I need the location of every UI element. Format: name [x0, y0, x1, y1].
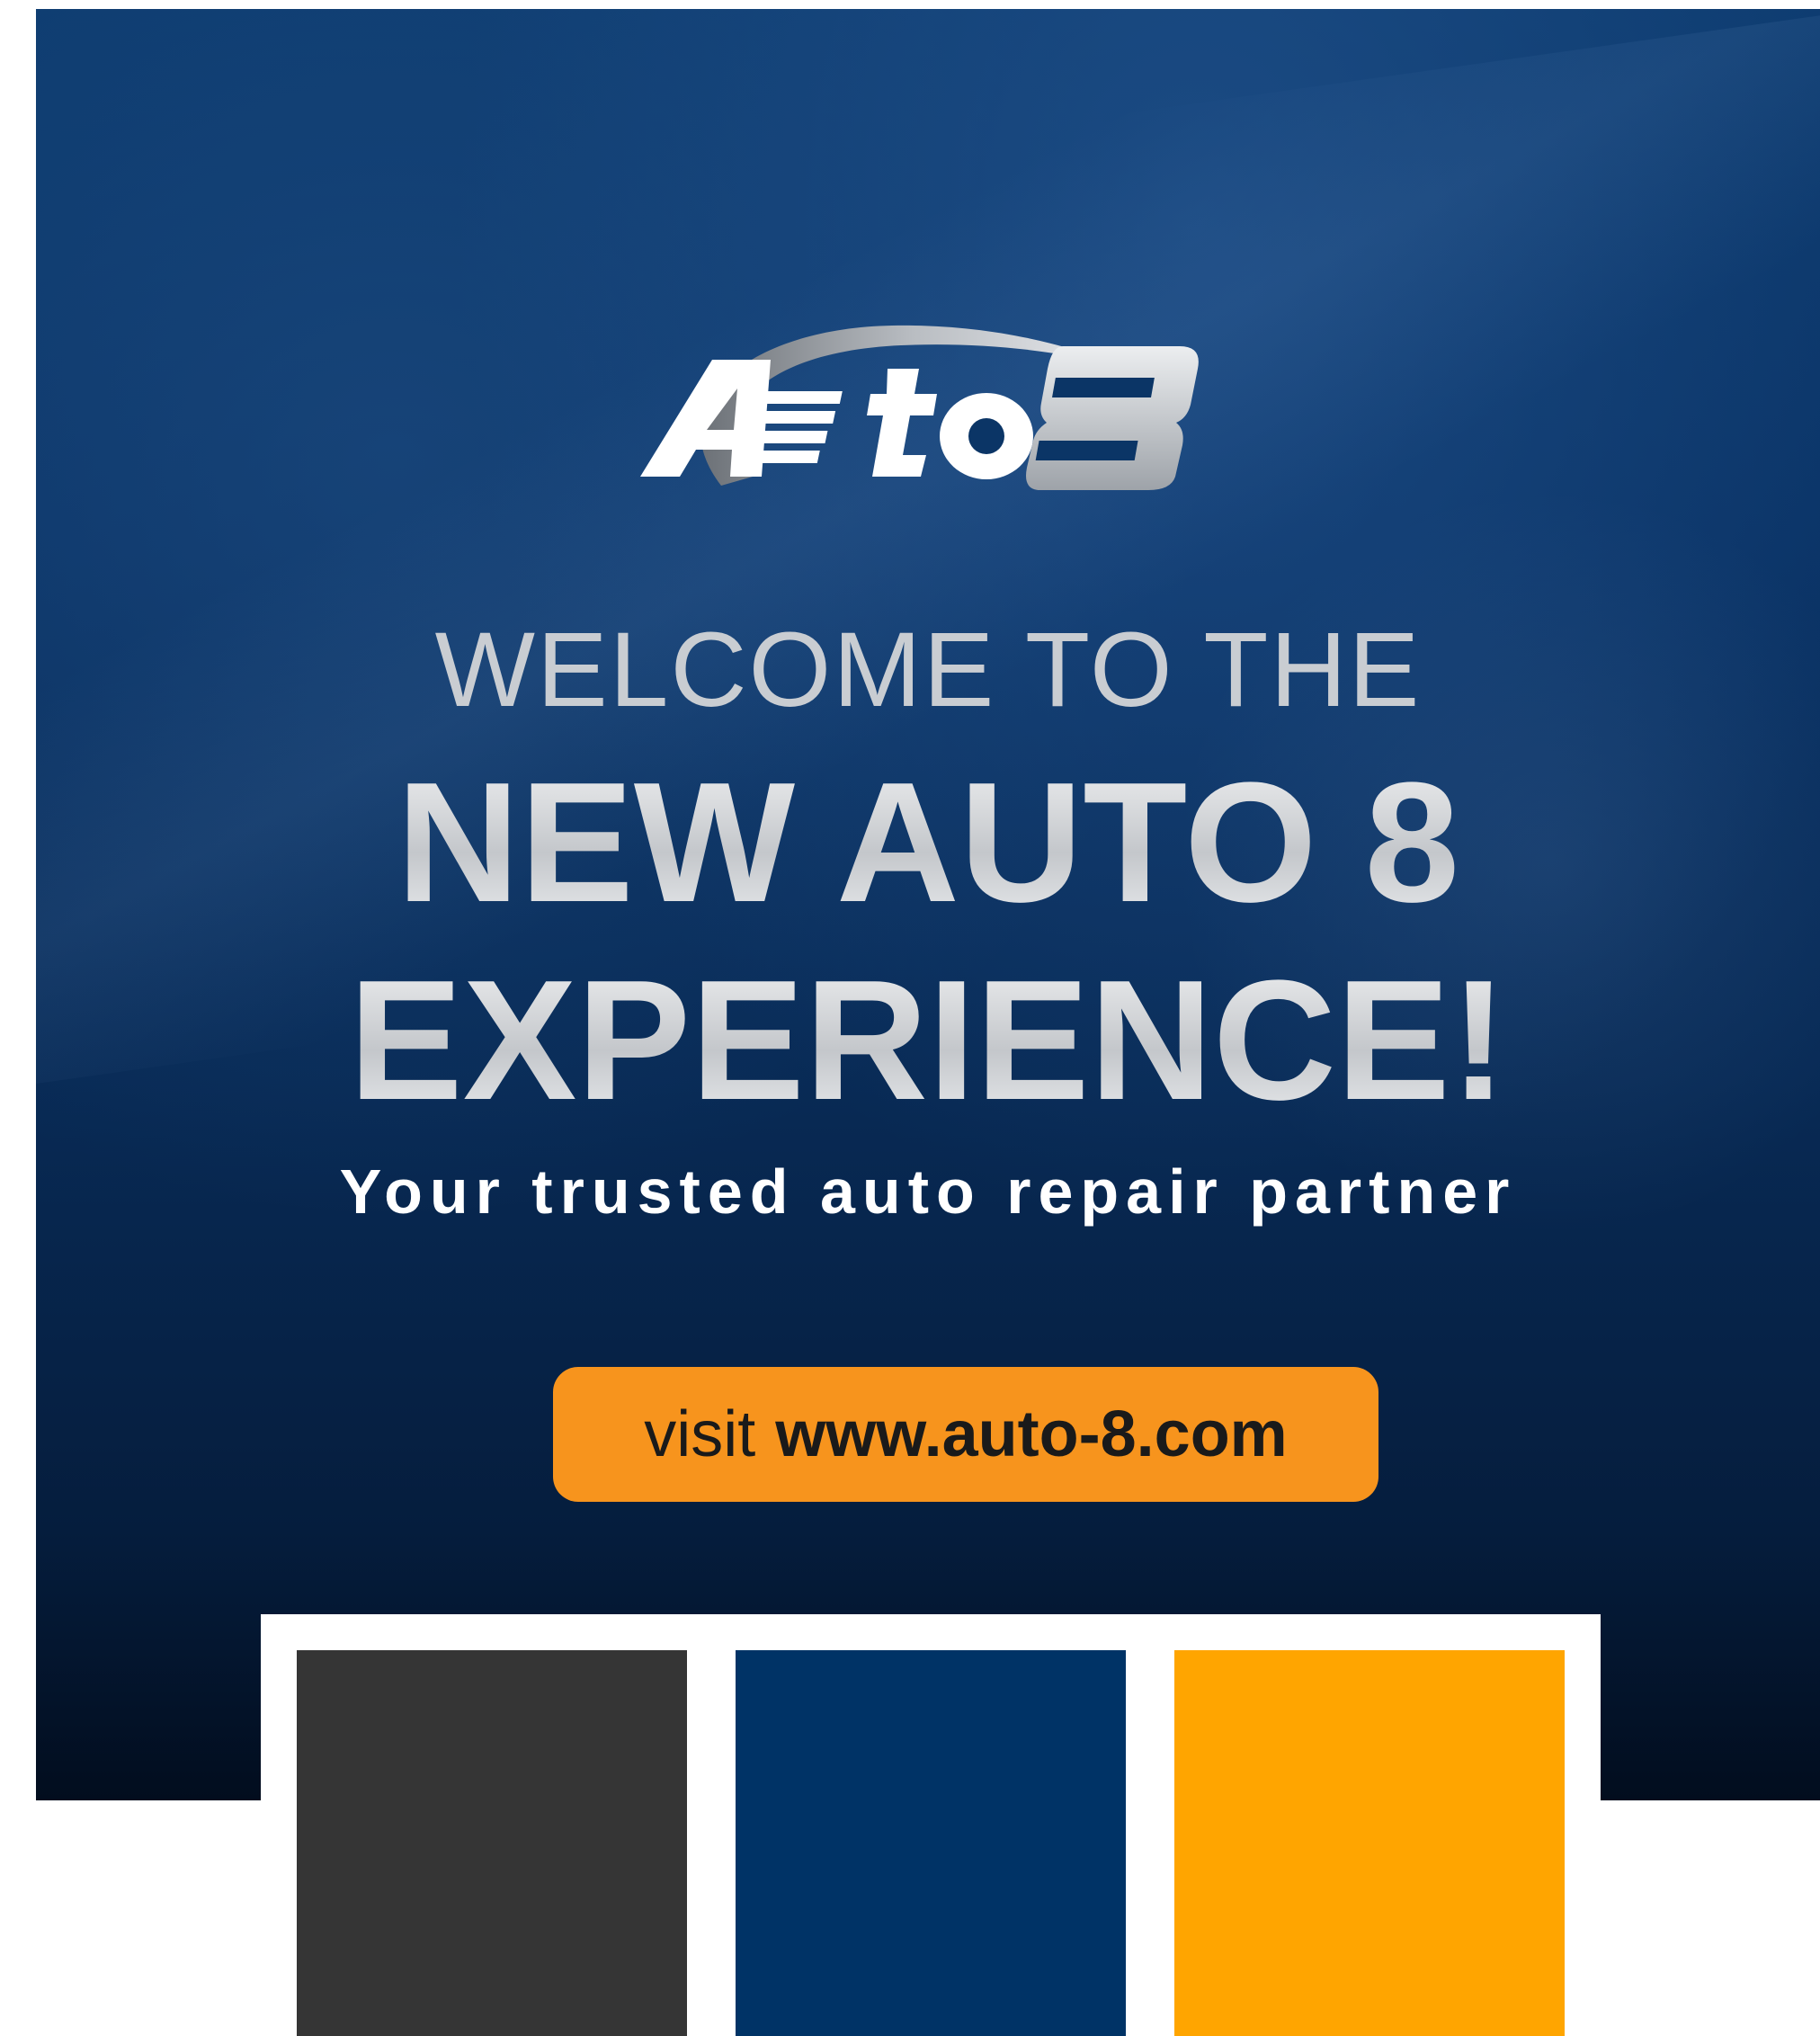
auto8-logo: [36, 306, 1820, 522]
cta-url: www.auto-8.com: [775, 1398, 1288, 1470]
headline-line-2: EXPERIENCE!: [36, 944, 1820, 1138]
swatch-navy: [736, 1650, 1126, 2036]
page: WELCOME TO THE NEW AUTO 8 EXPERIENCE! Yo…: [0, 0, 1820, 2036]
auto8-logo-graphic: [640, 325, 1199, 490]
tagline: Your trusted auto repair partner: [339, 1156, 1517, 1227]
welcome-heading: WELCOME TO THE: [434, 611, 1422, 729]
hero-banner: WELCOME TO THE NEW AUTO 8 EXPERIENCE! Yo…: [36, 9, 1820, 1800]
headline-line-1: NEW AUTO 8: [36, 746, 1820, 940]
swatch-dark-gray: [297, 1650, 687, 2036]
swatch-orange: [1174, 1650, 1565, 2036]
color-palette: [261, 1614, 1601, 2036]
cta-prefix: visit: [644, 1398, 756, 1470]
visit-website-button[interactable]: visit www.auto-8.com: [553, 1367, 1378, 1502]
